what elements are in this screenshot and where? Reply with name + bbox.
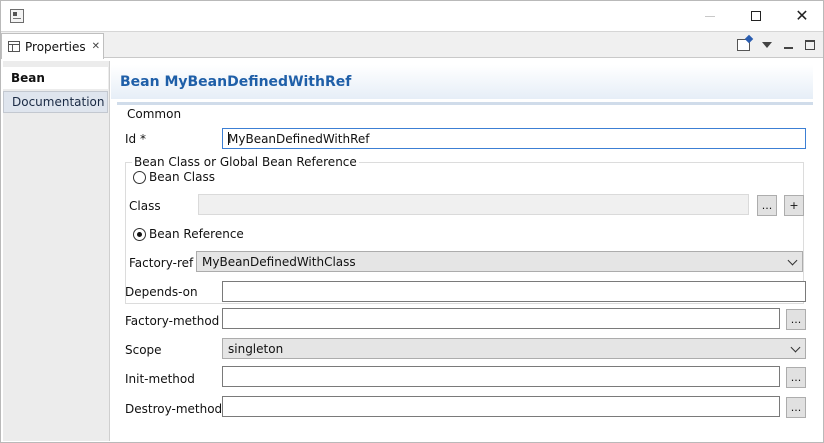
class-add-button[interactable]: + [784, 195, 804, 216]
sidebar-item-bean[interactable]: Bean [3, 67, 108, 89]
view-toolbar [737, 32, 815, 58]
bean-reference-radio[interactable] [133, 228, 146, 241]
scope-select[interactable]: singleton [222, 338, 806, 359]
id-label: Id * [125, 132, 146, 146]
init-method-browse-button[interactable]: ... [786, 367, 806, 388]
section-title-common: Common [127, 107, 182, 121]
view-menu-icon[interactable] [762, 42, 772, 48]
init-method-field[interactable] [222, 366, 780, 387]
factory-method-browse-button[interactable]: ... [786, 309, 806, 330]
maximize-window-button[interactable] [733, 1, 779, 31]
scope-value: singleton [228, 341, 284, 356]
properties-content: Bean MyBeanDefinedWithRef Common Id * My… [111, 61, 823, 441]
tab-properties-label: Properties [25, 39, 86, 54]
properties-icon [8, 41, 20, 52]
tab-properties[interactable]: Properties ✕ [1, 33, 104, 59]
id-field[interactable]: MyBeanDefinedWithRef [222, 128, 806, 149]
property-sections-sidebar: Bean Documentation [3, 61, 110, 441]
bean-class-radio-label: Bean Class [149, 170, 215, 184]
close-tab-icon[interactable]: ✕ [92, 41, 100, 52]
bean-class-radio[interactable] [133, 171, 146, 184]
maximize-view-icon[interactable] [805, 40, 815, 50]
minimize-view-icon[interactable] [784, 47, 793, 49]
maximize-icon [751, 11, 761, 21]
chevron-down-icon [787, 255, 798, 266]
factory-ref-value: MyBeanDefinedWithClass [202, 254, 356, 269]
factory-ref-label: Factory-ref [129, 256, 194, 270]
app-window-icon [10, 9, 24, 23]
id-field-value: MyBeanDefinedWithRef [228, 131, 370, 146]
depends-on-field[interactable] [222, 281, 806, 302]
close-icon: ✕ [795, 6, 809, 25]
class-browse-button[interactable]: ... [757, 195, 777, 216]
factory-ref-select[interactable]: MyBeanDefinedWithClass [196, 251, 803, 272]
close-window-button[interactable]: ✕ [779, 1, 824, 31]
page-title: Bean MyBeanDefinedWithRef [120, 74, 352, 90]
factory-method-label: Factory-method [125, 314, 220, 328]
factory-method-field[interactable] [222, 308, 780, 329]
pin-editor-icon[interactable] [737, 39, 750, 51]
depends-on-label: Depends-on [125, 285, 198, 299]
view-tab-bar: Properties ✕ [1, 31, 823, 59]
minimize-window-button[interactable] [687, 1, 733, 31]
class-label: Class [129, 199, 161, 213]
header-divider [117, 102, 813, 105]
init-method-label: Init-method [125, 372, 195, 386]
page-header: Bean MyBeanDefinedWithRef [111, 65, 813, 99]
destroy-method-browse-button[interactable]: ... [786, 397, 806, 418]
minimize-icon [705, 15, 715, 17]
scope-label: Scope [125, 343, 162, 357]
class-field[interactable] [198, 194, 749, 215]
chevron-down-icon [790, 342, 801, 353]
destroy-method-label: Destroy-method [125, 402, 223, 416]
sidebar-item-documentation[interactable]: Documentation [3, 91, 108, 113]
bean-reference-radio-label: Bean Reference [149, 227, 244, 241]
properties-window: ✕ Properties ✕ Bean Documentation Bean M… [0, 0, 824, 443]
title-bar: ✕ [1, 1, 823, 31]
text-caret [228, 132, 229, 145]
bean-group-title: Bean Class or Global Bean Reference [132, 155, 359, 169]
destroy-method-field[interactable] [222, 396, 780, 417]
